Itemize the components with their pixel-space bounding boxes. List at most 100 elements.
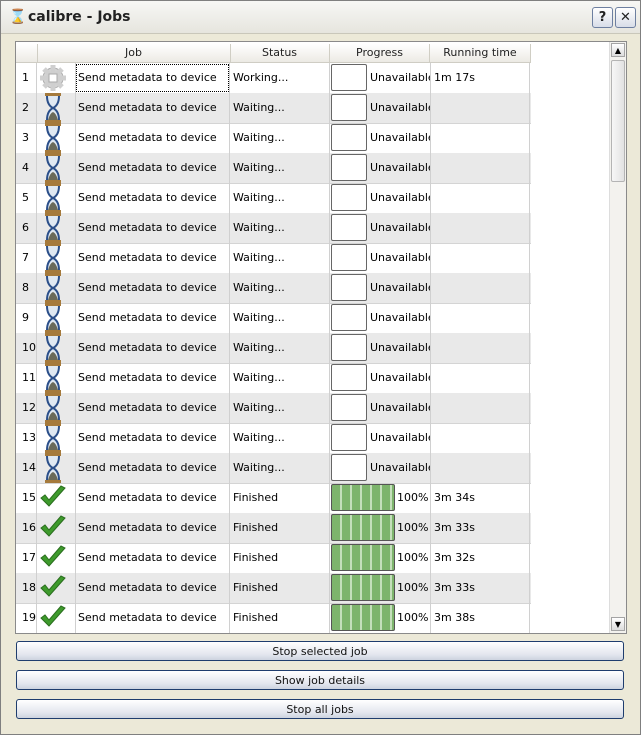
progress-text: Unavailable [370, 191, 431, 204]
table-row[interactable]: 18 Send metadata to device Finished 100%… [16, 573, 531, 604]
job-status: Working... [230, 63, 330, 93]
job-name: Send metadata to device [75, 63, 230, 93]
progress-text: Unavailable [370, 311, 431, 324]
table-row[interactable]: 10 Send metadata to device Waiting... Un… [16, 333, 531, 364]
job-progress: Unavailable [330, 183, 431, 213]
progress-text: Unavailable [370, 101, 431, 114]
table-row[interactable]: 7 Send metadata to device Waiting... Una… [16, 243, 531, 274]
table-row[interactable]: 12 Send metadata to device Waiting... Un… [16, 393, 531, 424]
table-row[interactable]: 1 Send metadata to device Working... Una… [16, 63, 531, 94]
progress-bar [331, 244, 367, 271]
job-name: Send metadata to device [75, 243, 230, 273]
running-time: 3m 33s [430, 513, 530, 543]
close-button[interactable]: ✕ [615, 7, 636, 28]
running-time [430, 363, 530, 393]
scroll-thumb[interactable] [611, 60, 625, 182]
hourglass-icon: ⌛ [9, 9, 27, 25]
running-time: 3m 33s [430, 573, 530, 603]
job-status: Waiting... [230, 243, 330, 273]
column-header-progress[interactable]: Progress [330, 44, 430, 62]
progress-text: 100% [397, 521, 429, 534]
column-header-running-time[interactable]: Running time [430, 44, 531, 62]
job-status: Waiting... [230, 213, 330, 243]
job-progress: 100% [330, 603, 431, 633]
job-name: Send metadata to device [75, 543, 230, 573]
row-number: 17 [16, 543, 37, 573]
job-status: Waiting... [230, 393, 330, 423]
scroll-up-button[interactable]: ▲ [611, 43, 625, 57]
progress-bar [331, 544, 395, 571]
stop-selected-job-button[interactable]: Stop selected job [16, 641, 624, 661]
job-status: Waiting... [230, 123, 330, 153]
job-progress: 100% [330, 483, 431, 513]
hourglass-icon [37, 273, 76, 303]
progress-bar [331, 514, 395, 541]
row-number: 19 [16, 603, 37, 633]
job-name: Send metadata to device [75, 513, 230, 543]
running-time [430, 153, 530, 183]
job-progress: Unavailable [330, 333, 431, 363]
jobs-table[interactable]: Job Status Progress Running time 1 Send … [15, 41, 627, 634]
checkmark-icon [37, 603, 76, 633]
scroll-down-button[interactable]: ▼ [611, 617, 625, 631]
table-row[interactable]: 11 Send metadata to device Waiting... Un… [16, 363, 531, 394]
table-row[interactable]: 17 Send metadata to device Finished 100%… [16, 543, 531, 574]
table-row[interactable]: 14 Send metadata to device Waiting... Un… [16, 453, 531, 484]
table-row[interactable]: 5 Send metadata to device Waiting... Una… [16, 183, 531, 214]
row-number: 1 [16, 63, 37, 93]
job-status: Waiting... [230, 453, 330, 483]
table-row[interactable]: 9 Send metadata to device Waiting... Una… [16, 303, 531, 334]
progress-text: 100% [397, 611, 429, 624]
row-number: 3 [16, 123, 37, 153]
row-number: 4 [16, 153, 37, 183]
job-name: Send metadata to device [75, 363, 230, 393]
hourglass-icon [37, 243, 76, 273]
table-row[interactable]: 19 Send metadata to device Finished 100%… [16, 603, 531, 633]
row-number: 10 [16, 333, 37, 363]
table-row[interactable]: 16 Send metadata to device Finished 100%… [16, 513, 531, 544]
job-progress: Unavailable [330, 63, 431, 93]
show-job-details-button[interactable]: Show job details [16, 670, 624, 690]
progress-text: Unavailable [370, 341, 431, 354]
progress-text: Unavailable [370, 371, 431, 384]
running-time: 3m 38s [430, 603, 530, 633]
table-row[interactable]: 8 Send metadata to device Waiting... Una… [16, 273, 531, 304]
progress-bar [331, 424, 367, 451]
table-row[interactable]: 3 Send metadata to device Waiting... Una… [16, 123, 531, 154]
column-header-job[interactable]: Job [37, 44, 231, 62]
table-row[interactable]: 2 Send metadata to device Waiting... Una… [16, 93, 531, 124]
job-progress: Unavailable [330, 453, 431, 483]
job-status: Waiting... [230, 363, 330, 393]
row-number: 15 [16, 483, 37, 513]
progress-text: Unavailable [370, 221, 431, 234]
column-header-status[interactable]: Status [230, 44, 330, 62]
table-row[interactable]: 4 Send metadata to device Waiting... Una… [16, 153, 531, 184]
progress-text: Unavailable [370, 401, 431, 414]
table-row[interactable]: 6 Send metadata to device Waiting... Una… [16, 213, 531, 244]
column-header-number[interactable] [16, 44, 38, 62]
job-name: Send metadata to device [75, 423, 230, 453]
running-time [430, 123, 530, 153]
row-number: 18 [16, 573, 37, 603]
help-button[interactable]: ? [592, 7, 613, 28]
job-status: Waiting... [230, 153, 330, 183]
vertical-scrollbar[interactable]: ▲ ▼ [609, 42, 626, 633]
running-time: 1m 17s [430, 63, 530, 93]
row-number: 14 [16, 453, 37, 483]
title-bar: ⌛ calibre - Jobs ? ✕ [1, 1, 640, 34]
row-number: 6 [16, 213, 37, 243]
stop-all-jobs-button[interactable]: Stop all jobs [16, 699, 624, 719]
hourglass-icon [37, 93, 76, 123]
progress-bar [331, 184, 367, 211]
table-row[interactable]: 15 Send metadata to device Finished 100%… [16, 483, 531, 514]
hourglass-icon [37, 123, 76, 153]
job-progress: Unavailable [330, 213, 431, 243]
running-time [430, 393, 530, 423]
progress-bar [331, 454, 367, 481]
job-name: Send metadata to device [75, 303, 230, 333]
running-time [430, 453, 530, 483]
table-row[interactable]: 13 Send metadata to device Waiting... Un… [16, 423, 531, 454]
progress-text: 100% [397, 581, 429, 594]
row-number: 2 [16, 93, 37, 123]
job-status: Waiting... [230, 303, 330, 333]
